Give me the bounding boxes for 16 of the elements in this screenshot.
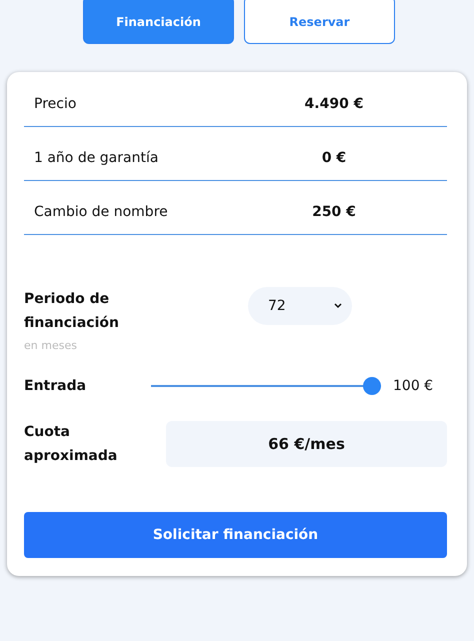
cost-label: 1 año de garantía (33, 150, 160, 166)
period-hint: en meses (24, 339, 78, 352)
tab[interactable]: Reservar (244, 0, 395, 44)
down-payment-value: 100 € (393, 378, 434, 394)
cost-label: Cambio de nombre (33, 204, 169, 220)
cost-label: Precio (33, 96, 78, 112)
tab[interactable]: Financiación (83, 0, 234, 44)
installment-label: Cuota aproximada (24, 423, 118, 466)
submit-button[interactable]: Solicitar financiación (24, 512, 447, 558)
cost-value: 0 € (320, 150, 348, 166)
cost-value: 250 € (311, 204, 357, 220)
period-select[interactable]: 72 (248, 287, 352, 325)
down-payment-label: Entrada (24, 377, 88, 396)
period-label: Periodo de financiación (24, 290, 120, 333)
cost-value: 4.490 € (304, 96, 364, 112)
installment-value: 66 €/mes (166, 421, 447, 467)
